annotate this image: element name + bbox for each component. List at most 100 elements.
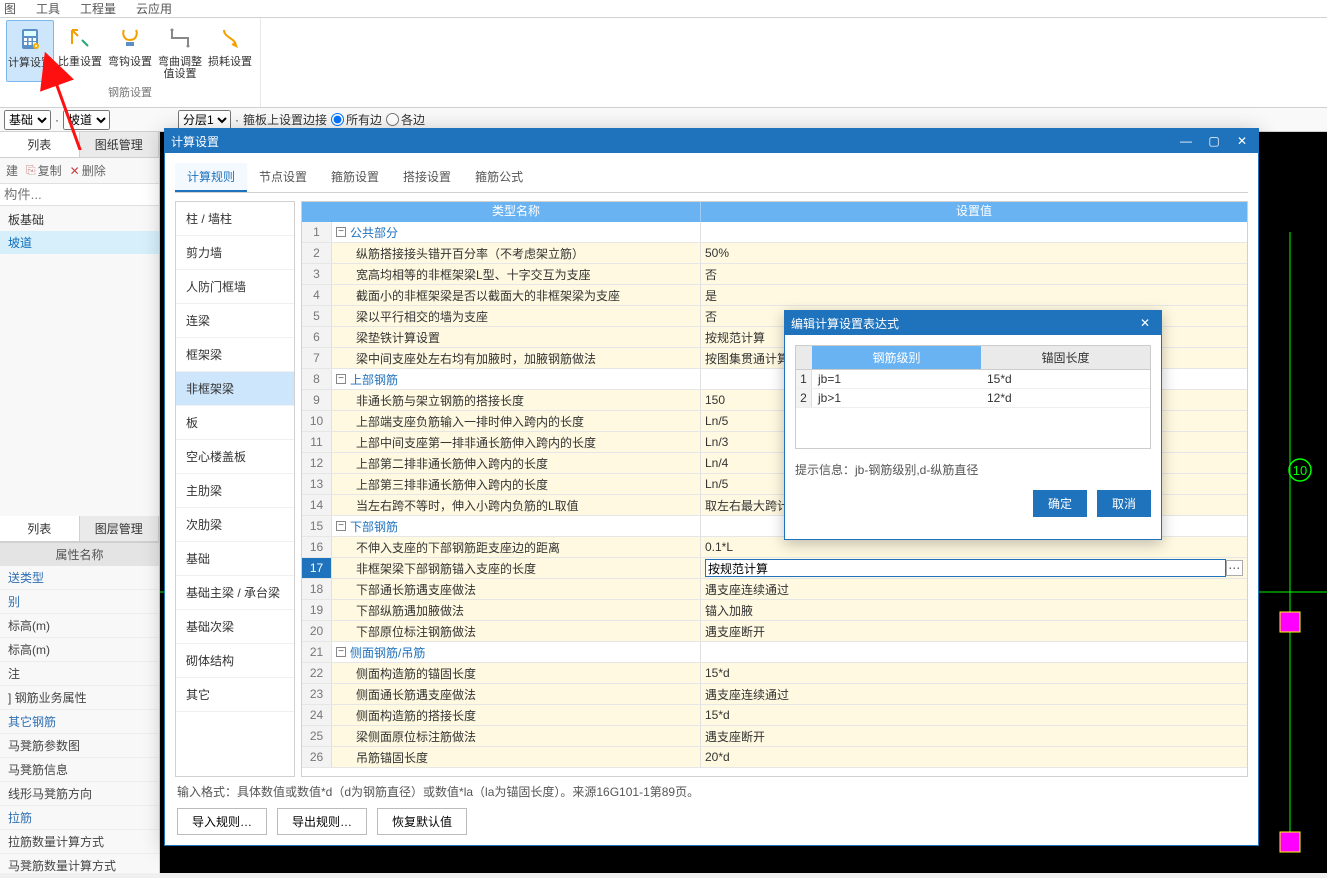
tab-layer-mgmt[interactable]: 图层管理 — [80, 516, 160, 541]
prop-row[interactable]: 马凳筋信息 — [0, 758, 159, 782]
rule-row[interactable]: 19下部纵筋遇加腋做法锚入加腋 — [302, 600, 1247, 621]
category-item[interactable]: 基础 — [176, 542, 294, 576]
rule-value[interactable]: ⋯ — [701, 558, 1247, 578]
tree-item[interactable]: 板基础 — [0, 208, 159, 231]
tab-lap-settings[interactable]: 搭接设置 — [391, 163, 463, 192]
ribbon-btn-calc-settings[interactable]: 计算设置 — [6, 20, 54, 82]
maximize-button[interactable]: ▢ — [1204, 131, 1224, 151]
tab-list2[interactable]: 列表 — [0, 516, 80, 541]
btn-export-rules[interactable]: 导出规则… — [277, 808, 367, 835]
btn-restore-default[interactable]: 恢复默认值 — [377, 808, 467, 835]
prop-row[interactable]: 拉筋数量计算方式 — [0, 830, 159, 854]
ribbon-btn-bend[interactable]: 弯曲调整值设置 — [156, 20, 204, 82]
close-button[interactable]: ✕ — [1135, 313, 1155, 333]
cell-level[interactable]: jb>1 — [812, 389, 981, 407]
rule-value[interactable]: 15*d — [701, 705, 1247, 725]
prop-row[interactable]: 注 — [0, 662, 159, 686]
tab-node-settings[interactable]: 节点设置 — [247, 163, 319, 192]
rule-value[interactable]: 50% — [701, 243, 1247, 263]
rule-value[interactable]: 20*d — [701, 747, 1247, 767]
rule-row[interactable]: 22侧面构造筋的锚固长度15*d — [302, 663, 1247, 684]
rule-section-row[interactable]: 1−公共部分 — [302, 222, 1247, 243]
cell-length[interactable]: 15*d — [981, 370, 1150, 388]
radio-each-edge[interactable]: 各边 — [386, 111, 425, 128]
tab-stirrup-formula[interactable]: 箍筋公式 — [463, 163, 535, 192]
rule-row[interactable]: 20下部原位标注钢筋做法遇支座断开 — [302, 621, 1247, 642]
subdialog-titlebar[interactable]: 编辑计算设置表达式 ✕ — [785, 311, 1161, 335]
collapse-toggle[interactable]: − — [336, 374, 346, 384]
rule-value-input[interactable] — [705, 559, 1226, 577]
tab-calc-rules[interactable]: 计算规则 — [175, 163, 247, 192]
category-item[interactable]: 其它 — [176, 678, 294, 712]
btn-new[interactable]: 建 — [6, 162, 18, 179]
cell-length[interactable]: 12*d — [981, 389, 1150, 407]
rule-row[interactable]: 25梁侧面原位标注筋做法遇支座断开 — [302, 726, 1247, 747]
rule-value[interactable] — [701, 642, 1247, 662]
ribbon-btn-loss[interactable]: 损耗设置 — [206, 20, 254, 82]
sel-element[interactable]: 坡道 — [63, 110, 110, 130]
tab-list[interactable]: 列表 — [0, 132, 80, 157]
rule-value[interactable] — [701, 222, 1247, 242]
prop-row[interactable]: 标高(m) — [0, 638, 159, 662]
prop-row[interactable]: 线形马凳筋方向 — [0, 782, 159, 806]
menu-item[interactable]: 工程量 — [80, 0, 116, 17]
category-item[interactable]: 基础次梁 — [176, 610, 294, 644]
rule-row[interactable]: 2纵筋搭接接头错开百分率（不考虑架立筋）50% — [302, 243, 1247, 264]
table-row[interactable]: 1 jb=1 15*d — [796, 370, 1150, 389]
rule-value[interactable]: 是 — [701, 285, 1247, 305]
minimize-button[interactable]: — — [1176, 131, 1196, 151]
ribbon-btn-hook[interactable]: 弯钩设置 — [106, 20, 154, 82]
category-item[interactable]: 主肋梁 — [176, 474, 294, 508]
rule-row[interactable]: 17非框架梁下部钢筋锚入支座的长度⋯ — [302, 558, 1247, 579]
filter-input[interactable] — [0, 184, 159, 206]
rule-section-row[interactable]: 21−侧面钢筋/吊筋 — [302, 642, 1247, 663]
category-item[interactable]: 柱 / 墙柱 — [176, 202, 294, 236]
rule-row[interactable]: 16不伸入支座的下部钢筋距支座边的距离0.1*L — [302, 537, 1247, 558]
prop-row[interactable]: 拉筋 — [0, 806, 159, 830]
tab-stirrup-settings[interactable]: 箍筋设置 — [319, 163, 391, 192]
rule-row[interactable]: 26吊筋锚固长度20*d — [302, 747, 1247, 768]
btn-ok[interactable]: 确定 — [1033, 490, 1087, 517]
rule-row[interactable]: 18下部通长筋遇支座做法遇支座连续通过 — [302, 579, 1247, 600]
rule-value[interactable]: 遇支座断开 — [701, 621, 1247, 641]
expression-table[interactable]: 钢筋级别 锚固长度 1 jb=1 15*d 2 jb>1 12*d — [795, 345, 1151, 449]
btn-import-rules[interactable]: 导入规则… — [177, 808, 267, 835]
collapse-toggle[interactable]: − — [336, 227, 346, 237]
menu-item[interactable]: 工具 — [36, 0, 60, 17]
rule-value[interactable]: 遇支座连续通过 — [701, 684, 1247, 704]
btn-cancel[interactable]: 取消 — [1097, 490, 1151, 517]
rule-row[interactable]: 23侧面通长筋遇支座做法遇支座连续通过 — [302, 684, 1247, 705]
category-item[interactable]: 板 — [176, 406, 294, 440]
rule-value[interactable]: 遇支座连续通过 — [701, 579, 1247, 599]
sel-layer[interactable]: 分层1 — [178, 110, 231, 130]
prop-row[interactable]: ] 钢筋业务属性 — [0, 686, 159, 710]
btn-delete[interactable]: ✕删除 — [70, 162, 106, 179]
rule-value[interactable]: 锚入加腋 — [701, 600, 1247, 620]
prop-row[interactable]: 马凳筋数量计算方式 — [0, 854, 159, 878]
menu-item[interactable]: 图 — [4, 0, 16, 17]
th-rebar-level[interactable]: 钢筋级别 — [812, 346, 981, 369]
table-row[interactable]: 2 jb>1 12*d — [796, 389, 1150, 408]
prop-row[interactable]: 马凳筋参数图 — [0, 734, 159, 758]
rule-value[interactable]: 0.1*L — [701, 537, 1247, 557]
tab-drawing-mgmt[interactable]: 图纸管理 — [80, 132, 160, 157]
rule-row[interactable]: 3宽高均相等的非框架梁L型、十字交互为支座否 — [302, 264, 1247, 285]
ribbon-btn-weight[interactable]: 比重设置 — [56, 20, 104, 82]
rule-value[interactable]: 遇支座断开 — [701, 726, 1247, 746]
category-item[interactable]: 框架梁 — [176, 338, 294, 372]
prop-row[interactable]: 其它钢筋 — [0, 710, 159, 734]
rule-value[interactable]: 15*d — [701, 663, 1247, 683]
close-button[interactable]: ✕ — [1232, 131, 1252, 151]
radio-all-edges[interactable]: 所有边 — [331, 111, 382, 128]
btn-copy[interactable]: ⎘复制 — [26, 162, 62, 179]
category-item[interactable]: 砌体结构 — [176, 644, 294, 678]
rule-row[interactable]: 24侧面构造筋的搭接长度15*d — [302, 705, 1247, 726]
category-item[interactable]: 基础主梁 / 承台梁 — [176, 576, 294, 610]
dialog-titlebar[interactable]: 计算设置 — ▢ ✕ — [165, 129, 1258, 153]
th-anchor-length[interactable]: 锚固长度 — [981, 346, 1150, 369]
category-item[interactable]: 空心楼盖板 — [176, 440, 294, 474]
tree-item[interactable]: 坡道 — [0, 231, 159, 254]
rule-row[interactable]: 4截面小的非框架梁是否以截面大的非框架梁为支座是 — [302, 285, 1247, 306]
menu-item[interactable]: 云应用 — [136, 0, 172, 17]
category-item[interactable]: 非框架梁 — [176, 372, 294, 406]
